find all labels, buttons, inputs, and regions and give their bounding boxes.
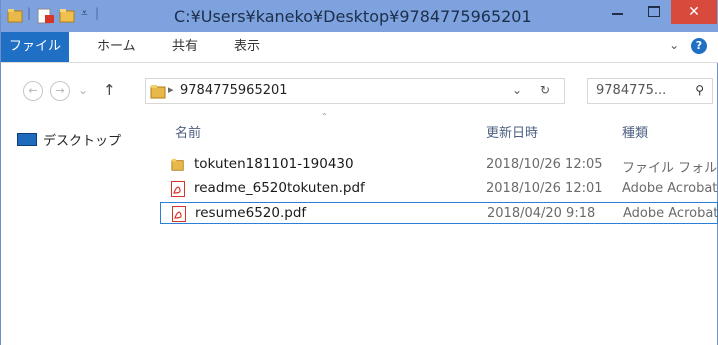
folder-icon[interactable] xyxy=(7,8,23,24)
separator: | xyxy=(95,6,100,20)
search-icon[interactable]: ⚲ xyxy=(695,83,704,97)
maximize-button[interactable] xyxy=(637,0,671,24)
folder-icon xyxy=(171,158,184,171)
navigation-bar: ← → ⌄ ↑ ▸ 9784775965201 ⌄ ↻ 9784775... ⚲ xyxy=(1,78,718,106)
file-type: ファイル フォルダー xyxy=(622,161,718,176)
table-row-selected[interactable]: resume6520.pdf 2018/04/20 9:18 Adobe Acr… xyxy=(160,202,718,224)
tab-home[interactable]: ホーム xyxy=(97,32,136,62)
table-row[interactable]: readme_6520tokuten.pdf 2018/10/26 12:01 … xyxy=(160,178,718,200)
window-title: C:¥Users¥kaneko¥Desktop¥9784775965201 xyxy=(174,7,532,26)
sidebar-item-label: デスクトップ xyxy=(43,134,122,149)
address-dropdown-icon[interactable]: ⌄ xyxy=(512,83,522,97)
column-header-date[interactable]: 更新日時 xyxy=(486,122,538,141)
breadcrumb-separator-icon[interactable]: ▸ xyxy=(168,83,174,96)
search-box[interactable]: 9784775... ⚲ xyxy=(587,78,713,104)
pdf-icon xyxy=(172,206,186,222)
new-folder-icon[interactable] xyxy=(59,8,75,24)
column-header-type[interactable]: 種類 xyxy=(622,122,648,141)
minimize-button[interactable] xyxy=(599,0,637,24)
forward-button[interactable]: → xyxy=(50,81,70,101)
desktop-icon xyxy=(17,133,37,146)
file-type: Adobe Acrobat xyxy=(623,206,718,221)
file-name: readme_6520tokuten.pdf xyxy=(194,180,365,196)
sort-indicator-icon: ⌃ xyxy=(321,112,328,121)
sidebar-item-desktop[interactable]: デスクトップ xyxy=(17,130,121,149)
folder-icon xyxy=(150,85,166,99)
title-bar[interactable]: | ⩡ | C:¥Users¥kaneko¥Desktop¥9784775965… xyxy=(1,0,718,32)
recent-locations-icon[interactable]: ⌄ xyxy=(78,83,88,97)
file-date: 2018/10/26 12:01 xyxy=(486,181,603,196)
address-bar[interactable]: ▸ 9784775965201 ⌄ ↻ xyxy=(145,78,565,104)
ribbon-tabs: ファイル ホーム 共有 表示 ⌄ ? xyxy=(1,32,718,63)
breadcrumb-folder[interactable]: 9784775965201 xyxy=(180,83,288,98)
customize-qat-icon[interactable]: ⩡ xyxy=(81,6,88,21)
close-button[interactable]: ✕ xyxy=(671,0,717,24)
explorer-window: | ⩡ | C:¥Users¥kaneko¥Desktop¥9784775965… xyxy=(0,0,718,345)
up-button[interactable]: ↑ xyxy=(103,81,116,99)
column-header-name[interactable]: 名前 xyxy=(175,122,201,141)
search-input[interactable]: 9784775... xyxy=(596,83,666,98)
expand-ribbon-icon[interactable]: ⌄ xyxy=(669,38,679,52)
pdf-icon xyxy=(171,181,185,197)
file-date: 2018/10/26 12:05 xyxy=(486,157,603,172)
refresh-icon[interactable]: ↻ xyxy=(540,83,550,97)
tab-share[interactable]: 共有 xyxy=(172,32,198,62)
properties-icon[interactable] xyxy=(37,8,55,24)
separator: | xyxy=(27,6,32,20)
file-list: ⌃ 名前 更新日時 種類 tokuten181101-190430 2018/1… xyxy=(156,106,718,345)
file-name: tokuten181101-190430 xyxy=(194,156,354,172)
tab-view[interactable]: 表示 xyxy=(234,32,260,62)
file-date: 2018/04/20 9:18 xyxy=(487,206,596,221)
file-name: resume6520.pdf xyxy=(195,205,307,221)
navigation-pane: デスクトップ xyxy=(1,116,151,345)
tab-file[interactable]: ファイル xyxy=(1,32,69,62)
back-button[interactable]: ← xyxy=(23,81,43,101)
help-icon[interactable]: ? xyxy=(691,38,707,54)
table-row[interactable]: tokuten181101-190430 2018/10/26 12:05 ファ… xyxy=(160,154,718,176)
file-type: Adobe Acrobat xyxy=(622,181,718,196)
